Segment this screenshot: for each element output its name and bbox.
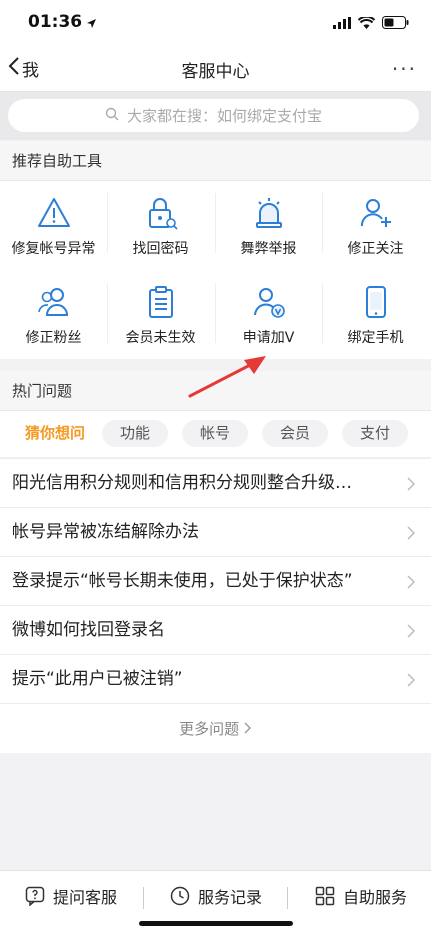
alarm-icon [255,198,282,228]
list-item[interactable]: 微博如何找回登录名 [0,605,431,654]
service-records-button[interactable]: 服务记录 [170,884,262,908]
self-service-label: 自助服务 [343,888,408,907]
signal-icon [333,14,351,33]
bottom-bar: 提问客服 服务记录 自助服务 [0,870,431,937]
chevron-right-icon [407,477,415,491]
grid-icon [315,886,335,906]
search-icon [105,107,119,125]
tool-label: 修正关注 [347,241,404,257]
tab-guess[interactable]: 猜你想问 [14,420,96,447]
clipboard-icon [148,286,173,318]
question-text: 帐号异常被冻结解除办法 [12,522,199,542]
lock-icon [148,198,178,230]
tab-features[interactable]: 功能 [102,420,168,447]
verified-user-icon [253,288,285,318]
add-user-icon [360,199,391,227]
phone-icon [365,286,386,318]
tool-label: 找回密码 [132,241,189,257]
tool-fix-account[interactable]: 修复帐号异常 [0,181,107,263]
list-item[interactable]: 阳光信用积分规则和信用积分规则整合升级… [0,458,431,507]
tool-label: 舞弊举报 [240,241,297,257]
tool-vip-not-effective[interactable]: 会员未生效 [107,270,214,352]
more-label: 更多问题 [179,720,240,738]
question-text: 微博如何找回登录名 [12,620,165,640]
tool-label: 修正粉丝 [25,330,82,346]
question-text: 登录提示“帐号长期未使用，已处于保护状态” [12,571,353,591]
tab-member[interactable]: 会员 [262,420,328,447]
search-input[interactable]: 大家都在搜：如何绑定支付宝 [8,99,419,132]
list-item[interactable]: 登录提示“帐号长期未使用，已处于保护状态” [0,556,431,605]
status-bar: 01:36 [0,0,431,44]
faq-tabs: 猜你想问 功能 帐号 会员 支付 [0,411,431,457]
tool-label: 会员未生效 [125,330,196,346]
service-records-label: 服务记录 [198,888,263,907]
self-service-button[interactable]: 自助服务 [315,884,407,908]
chevron-right-icon [407,624,415,638]
more-questions-link[interactable]: 更多问题 [0,703,431,753]
status-time: 01:36 [28,12,83,32]
question-text: 提示“此用户已被注销” [12,669,183,689]
tool-report-fraud[interactable]: 舞弊举报 [215,181,322,263]
annotation-arrow-icon [188,356,266,398]
tool-label: 绑定手机 [347,330,404,346]
tool-apply-verified[interactable]: 申请加V [215,270,322,352]
tool-label: 修复帐号异常 [11,241,96,257]
users-icon [37,288,68,316]
battery-icon [382,14,409,33]
tools-section-title: 推荐自助工具 [0,141,431,181]
page-title: 客服中心 [181,62,250,82]
wifi-icon [357,14,376,33]
ask-service-label: 提问客服 [53,888,118,907]
tab-payment[interactable]: 支付 [342,420,408,447]
chevron-right-icon [407,575,415,589]
clock-icon [170,886,190,906]
tool-fix-fans[interactable]: 修正粉丝 [0,270,107,352]
search-placeholder: 大家都在搜：如何绑定支付宝 [126,107,322,125]
tools-grid: 修复帐号异常 找回密码 舞弊举报 修正关注 修正粉丝 会员未生效 申请加V 绑定… [0,181,431,359]
ask-service-button[interactable]: 提问客服 [25,884,117,908]
chevron-right-icon [407,526,415,540]
list-item[interactable]: 提示“此用户已被注销” [0,654,431,703]
nav-bar: 我 客服中心 ··· [0,44,431,92]
warning-icon [37,198,70,227]
tool-label: 申请加V [242,330,295,346]
tool-fix-following[interactable]: 修正关注 [322,181,429,263]
chevron-right-icon [407,673,415,687]
question-text: 阳光信用积分规则和信用积分规则整合升级… [12,473,352,493]
tab-account[interactable]: 帐号 [182,420,248,447]
tool-find-password[interactable]: 找回密码 [107,181,214,263]
search-area: 大家都在搜：如何绑定支付宝 [0,92,431,140]
home-indicator[interactable] [139,921,293,926]
tool-bind-phone[interactable]: 绑定手机 [322,270,429,352]
chevron-right-icon [244,722,251,734]
question-icon [25,886,45,906]
faq-list: 阳光信用积分规则和信用积分规则整合升级… 帐号异常被冻结解除办法 登录提示“帐号… [0,458,431,753]
more-button[interactable]: ··· [392,57,417,81]
location-icon [86,14,97,33]
list-item[interactable]: 帐号异常被冻结解除办法 [0,507,431,556]
